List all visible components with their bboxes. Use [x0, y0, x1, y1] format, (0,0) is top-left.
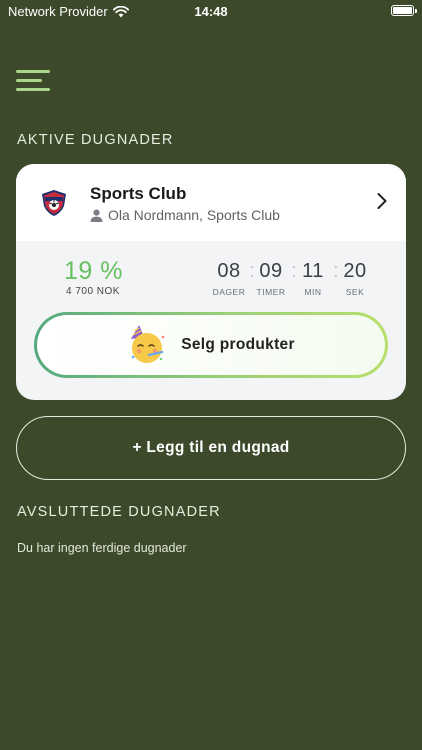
- battery-icon: [391, 5, 417, 16]
- sell-products-inner: Selg produkter: [37, 315, 385, 375]
- sell-products-button[interactable]: Selg produkter: [34, 312, 388, 378]
- countdown-minutes: 11: [302, 260, 324, 282]
- card-header[interactable]: Sports Club Ola Nordmann, Sports Club: [16, 164, 406, 241]
- hamburger-menu-icon[interactable]: [16, 70, 50, 92]
- countdown-timer: 08 : 09 : 11 : 20 DAGER TIMER MIN SEK: [212, 260, 372, 300]
- card-subtitle-text: Ola Nordmann, Sports Club: [108, 207, 280, 223]
- club-logo: [42, 190, 66, 216]
- sell-products-label: Selg produkter: [181, 336, 295, 353]
- add-dugnad-label: + Legg til en dugnad: [132, 439, 290, 456]
- status-time: 14:48: [194, 4, 228, 19]
- active-section-title: AKTIVE DUGNADER: [17, 132, 174, 148]
- app-screen: Network Provider 14:48 AKTIVE DUGNADER S…: [0, 0, 422, 750]
- countdown-minutes-label: MIN: [304, 287, 322, 297]
- countdown-hours-label: TIMER: [256, 287, 286, 297]
- club-name: Sports Club: [90, 184, 187, 203]
- card-subtitle: Ola Nordmann, Sports Club: [90, 207, 280, 223]
- countdown-days: 08: [217, 260, 241, 282]
- countdown-hours: 09: [259, 260, 283, 282]
- finished-empty-text: Du har ingen ferdige dugnader: [17, 541, 187, 555]
- party-face-icon: [131, 325, 165, 363]
- countdown-days-label: DAGER: [212, 287, 246, 297]
- finished-section-title: AVSLUTTEDE DUGNADER: [17, 504, 221, 520]
- status-bar: Network Provider 14:48: [0, 0, 422, 22]
- dugnad-card: Sports Club Ola Nordmann, Sports Club 19…: [16, 164, 406, 400]
- add-dugnad-button[interactable]: + Legg til en dugnad: [16, 416, 406, 480]
- collected-amount: 4 700 NOK: [66, 286, 120, 297]
- user-icon: [90, 209, 103, 222]
- progress-percent: 19 %: [64, 257, 123, 285]
- countdown-seconds: 20: [343, 260, 367, 282]
- countdown-seconds-label: SEK: [345, 287, 365, 297]
- chevron-right-icon[interactable]: [376, 192, 388, 210]
